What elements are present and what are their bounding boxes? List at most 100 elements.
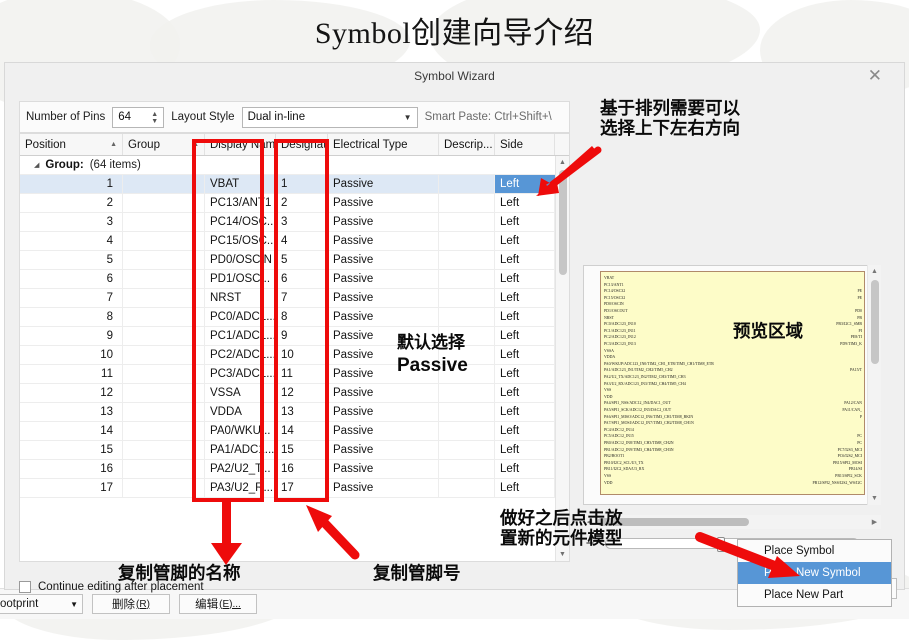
- cell-electrical-type[interactable]: Passive: [328, 460, 439, 478]
- cell-side[interactable]: Left: [495, 441, 555, 459]
- cell-position: 4: [20, 232, 123, 250]
- place-menu-item[interactable]: Place New Part: [738, 584, 891, 606]
- scroll-down-icon[interactable]: ▼: [868, 492, 881, 505]
- close-icon[interactable]: ✕: [868, 66, 882, 86]
- symbol-pin-label-left: PA7/SPI1_MOSI/ADC12_IN7/TIM3_CH2/TIM8_CH…: [604, 421, 694, 426]
- cell-description[interactable]: [439, 289, 495, 307]
- place-menu-item[interactable]: Place New Symbol: [738, 562, 891, 584]
- cell-electrical-type[interactable]: Passive: [328, 232, 439, 250]
- scrollbar-thumb[interactable]: [871, 280, 879, 364]
- cell-side[interactable]: Left: [495, 365, 555, 383]
- symbol-pin-label-right: PE: [857, 289, 862, 294]
- annotation-copy-pin-number: 复制管脚号: [373, 563, 461, 583]
- scroll-up-icon[interactable]: ▲: [868, 265, 881, 278]
- cell-electrical-type[interactable]: Passive: [328, 308, 439, 326]
- delete-button[interactable]: 删除 (R): [92, 594, 170, 614]
- table-vertical-scrollbar[interactable]: ▲ ▼: [555, 156, 569, 561]
- cell-description[interactable]: [439, 308, 495, 326]
- cell-electrical-type[interactable]: Passive: [328, 441, 439, 459]
- column-header-electrical-type[interactable]: Electrical Type: [328, 134, 439, 155]
- spinner-icon[interactable]: ▲ ▼: [149, 110, 160, 127]
- cell-description[interactable]: [439, 270, 495, 288]
- scrollbar-thumb[interactable]: [559, 170, 567, 275]
- cell-electrical-type[interactable]: Passive: [328, 194, 439, 212]
- cell-description[interactable]: [439, 460, 495, 478]
- cell-description[interactable]: [439, 175, 495, 193]
- cell-electrical-type[interactable]: Passive: [328, 175, 439, 193]
- symbol-pin-label-right: PA11/CAN_: [842, 408, 862, 412]
- page-title: Symbol创建向导介绍: [314, 17, 595, 50]
- annotation-default-top: 默认选择: [397, 333, 465, 352]
- cell-position: 5: [20, 251, 123, 269]
- cell-description[interactable]: [439, 403, 495, 421]
- cell-side[interactable]: Left: [495, 384, 555, 402]
- cell-description[interactable]: [439, 384, 495, 402]
- cell-electrical-type[interactable]: Passive: [328, 251, 439, 269]
- layout-style-label: Layout Style: [171, 111, 235, 123]
- symbol-pin-label-left: PA6/SPI1_MISO/ADC12_IN6/TIM3_CH1/TIM8_BK…: [604, 414, 694, 419]
- cell-side[interactable]: Left ▼: [495, 175, 555, 193]
- pin-line: [600, 349, 601, 350]
- preview-vertical-scrollbar[interactable]: ▲ ▼: [867, 265, 881, 505]
- group-summary-label: Group:: [45, 159, 84, 171]
- pin-line: [600, 448, 601, 449]
- cell-side[interactable]: Left: [495, 327, 555, 345]
- pin-line: [600, 474, 601, 475]
- symbol-pin-label-left: PC1/ADC123_IN11: [604, 328, 636, 333]
- scroll-right-icon[interactable]: ▶: [868, 518, 881, 526]
- cell-side[interactable]: Left: [495, 403, 555, 421]
- cell-electrical-type[interactable]: Passive: [328, 270, 439, 288]
- column-header-side[interactable]: Side: [495, 134, 555, 155]
- column-header-description[interactable]: Descrip...: [439, 134, 495, 155]
- cell-electrical-type[interactable]: Passive: [328, 479, 439, 497]
- cell-side[interactable]: Left: [495, 270, 555, 288]
- cell-side[interactable]: Left: [495, 479, 555, 497]
- cell-side[interactable]: Left: [495, 194, 555, 212]
- cell-description[interactable]: [439, 213, 495, 231]
- cell-side[interactable]: Left: [495, 346, 555, 364]
- preview-horizontal-scrollbar[interactable]: ◀ ▶: [583, 515, 881, 529]
- cell-description[interactable]: [439, 422, 495, 440]
- cell-electrical-type[interactable]: Passive: [328, 384, 439, 402]
- zoom-slider-thumb[interactable]: [716, 536, 725, 552]
- pin-line: [600, 428, 601, 429]
- cell-electrical-type[interactable]: Passive: [328, 289, 439, 307]
- pin-line: [600, 481, 601, 482]
- layout-style-select[interactable]: Dual in-line ▼: [241, 106, 418, 128]
- cell-side[interactable]: Left: [495, 422, 555, 440]
- cell-description[interactable]: [439, 232, 495, 250]
- symbol-preview-panel[interactable]: 1234567891011121314151617181920212223242…: [583, 265, 881, 505]
- continue-editing-checkbox[interactable]: [19, 581, 31, 593]
- pin-line: [600, 455, 601, 456]
- place-menu-item[interactable]: Place Symbol: [738, 540, 891, 562]
- cell-side[interactable]: Left: [495, 289, 555, 307]
- symbol-pin-label-left: VSS: [604, 474, 612, 478]
- cell-description[interactable]: [439, 441, 495, 459]
- symbol-pin-label-left: PC13/ANT1: [604, 282, 624, 287]
- cell-side[interactable]: Left: [495, 251, 555, 269]
- edit-button[interactable]: 编辑 (E)...: [179, 594, 257, 614]
- cell-electrical-type[interactable]: Passive: [328, 403, 439, 421]
- cell-electrical-type[interactable]: Passive: [328, 422, 439, 440]
- column-header-position[interactable]: Position ▲: [20, 134, 123, 155]
- cell-side[interactable]: Left: [495, 213, 555, 231]
- column-header-group-label: Group: [128, 138, 160, 151]
- cell-description[interactable]: [439, 479, 495, 497]
- scroll-up-icon[interactable]: ▲: [556, 156, 569, 169]
- symbol-pin-label-right: PC: [857, 441, 862, 445]
- number-of-pins-input[interactable]: 64 ▲ ▼: [112, 106, 165, 128]
- cell-side[interactable]: Left: [495, 308, 555, 326]
- cell-side[interactable]: Left: [495, 460, 555, 478]
- pin-line: [600, 375, 601, 376]
- footprint-select[interactable]: ootprint ▼: [0, 594, 83, 614]
- cell-side[interactable]: Left: [495, 232, 555, 250]
- symbol-pin-label-left: PA4/SPI1_NSS/ADC12_IN4/DAC1_OUT: [604, 401, 671, 406]
- pin-lines-group: 1234567891011121314151617181920212223242…: [600, 276, 602, 491]
- pin-line: [600, 395, 601, 396]
- cell-description[interactable]: [439, 251, 495, 269]
- cell-description[interactable]: [439, 194, 495, 212]
- cell-electrical-type[interactable]: Passive: [328, 213, 439, 231]
- scroll-down-icon[interactable]: ▼: [556, 548, 569, 561]
- symbol-pin-label-right: PA15/T: [850, 368, 862, 373]
- annotation-copy-pin-name: 复制管脚的名称: [118, 563, 241, 583]
